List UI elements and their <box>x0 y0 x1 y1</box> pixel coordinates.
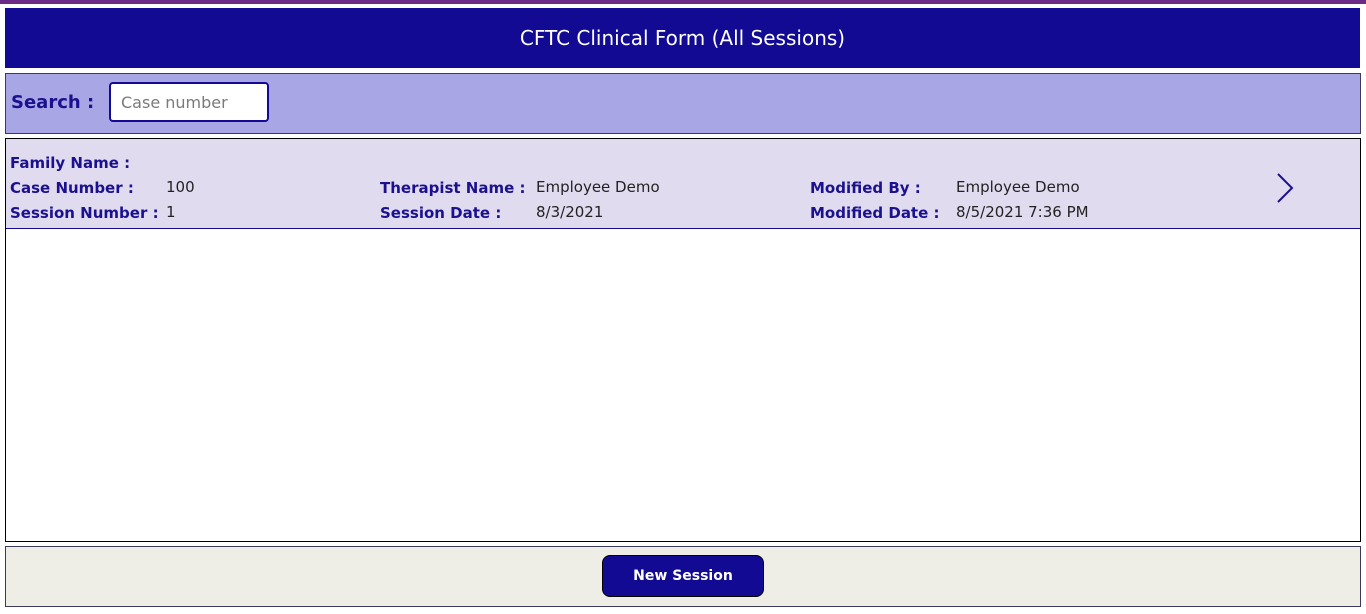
search-label: Search : <box>11 92 95 113</box>
page-title: CFTC Clinical Form (All Sessions) <box>519 26 846 50</box>
case-number-value: 100 <box>166 178 195 196</box>
therapist-name-label: Therapist Name : <box>380 179 526 197</box>
session-number-value: 1 <box>166 203 176 221</box>
family-name-label: Family Name : <box>10 154 131 172</box>
chevron-right-icon[interactable] <box>1274 171 1296 205</box>
modified-by-value: Employee Demo <box>956 178 1080 196</box>
session-date-label: Session Date : <box>380 204 502 222</box>
session-date-value: 8/3/2021 <box>536 203 604 221</box>
case-number-label: Case Number : <box>10 179 134 197</box>
new-session-button[interactable]: New Session <box>602 555 764 597</box>
session-row[interactable]: Family Name : Case Number : 100 Session … <box>6 139 1360 229</box>
footer-bar: New Session <box>5 546 1361 607</box>
session-number-label: Session Number : <box>10 204 159 222</box>
top-accent-line <box>0 0 1366 4</box>
modified-date-value: 8/5/2021 7:36 PM <box>956 203 1089 221</box>
sessions-gallery[interactable]: Family Name : Case Number : 100 Session … <box>5 138 1361 542</box>
modified-by-label: Modified By : <box>810 179 921 197</box>
search-input[interactable] <box>109 82 269 122</box>
search-bar: Search : <box>5 73 1361 134</box>
therapist-name-value: Employee Demo <box>536 178 660 196</box>
modified-date-label: Modified Date : <box>810 204 940 222</box>
app-header: CFTC Clinical Form (All Sessions) <box>5 8 1360 68</box>
bottom-line <box>0 610 1366 614</box>
